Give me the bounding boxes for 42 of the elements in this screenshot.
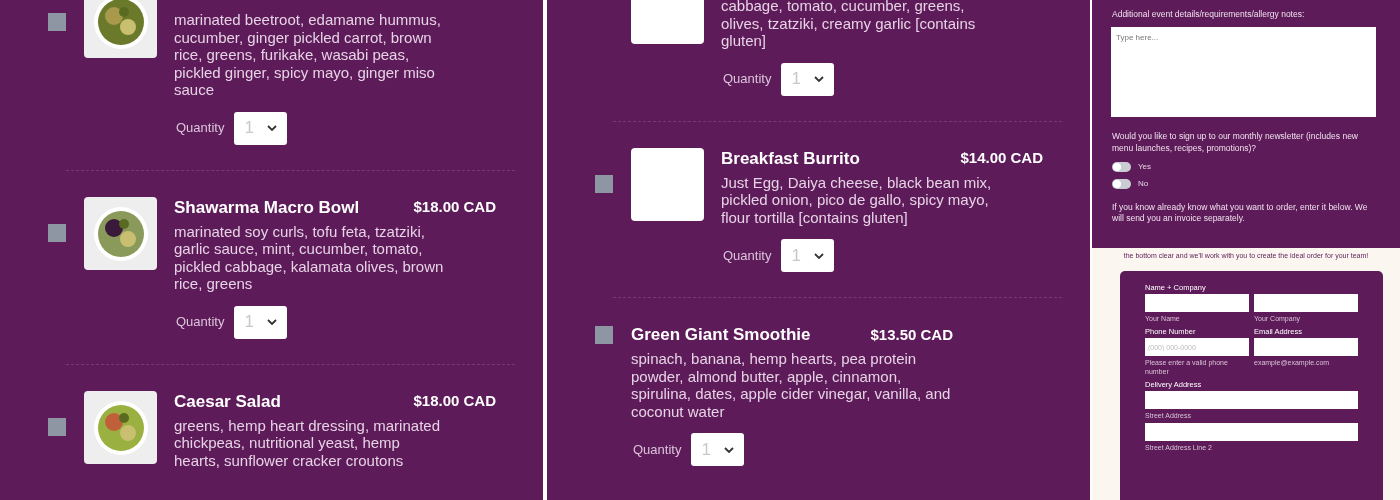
text-input[interactable] <box>1254 294 1358 312</box>
quantity-label: Quantity <box>633 440 682 459</box>
chevron-down-icon <box>724 446 735 453</box>
item-description: marinated beetroot, edamame hummus, cucumber, ginger pickled carrot, brown rice, greens, furikake, wasabi peas, pickled ginger, spicy mayo, ginger miso sauce <box>174 11 442 99</box>
chevron-down-icon <box>814 76 825 82</box>
item-description: marinated soy curls, tofu feta, tzatziki, garlic sauce, mint, cucumber, tomato, pickled cabbage, kalamata olives, brown rice, greens <box>174 222 445 293</box>
item-name: Caesar Salad <box>174 390 281 413</box>
item-price: $14.00 CAD <box>960 148 1043 169</box>
text-input[interactable] <box>1145 294 1249 312</box>
order-note: If you know already know what you want to order, enter it below. We will send you an invoice separately. <box>1112 201 1369 224</box>
newsletter-question: Would you like to sign up to our monthly newsletter (includes new menu launches, recipes, promotions)? <box>1112 129 1359 154</box>
item-name: Breakfast Burrito <box>721 147 860 170</box>
quantity-label: Quantity <box>723 246 772 265</box>
toggle-switch[interactable] <box>1112 162 1131 173</box>
item-description: cabbage, tomato, cucumber, greens, olives, tzatziki, creamy garlic [contains gluten] <box>721 0 977 50</box>
quantity-label: Quantity <box>176 119 225 138</box>
quantity-label: Quantity <box>176 313 225 332</box>
item-price: $18.00 CAD <box>413 391 496 412</box>
item-name: Shawarma Macro Bowl <box>174 196 360 219</box>
notes-field[interactable]: Type here... <box>1111 26 1376 117</box>
toggle-switch[interactable] <box>1112 179 1131 190</box>
chevron-down-icon <box>267 125 278 131</box>
item-price: $13.50 CAD <box>870 324 953 345</box>
chevron-down-icon <box>814 252 825 259</box>
checkbox[interactable] <box>595 326 613 344</box>
item-name: Green Giant Smoothie <box>631 324 811 347</box>
item-description: greens, hemp heart dressing, marinated chickpeas, nutritional yeast, hemp hearts, sunflower cracker croutons <box>174 416 441 469</box>
option-label: No <box>1138 178 1149 191</box>
item-description: spinach, banana, hemp hearts, pea protein powder, almond butter, apple, cinnamon, spirulina, dates, apple cider vinegar, vanilla, and coconut water <box>631 350 952 420</box>
item-description: Just Egg, Daiya cheese, black bean mix, pickled onion, pico de gallo, spicy mayo, flour tortilla [contains gluten] <box>721 173 993 226</box>
text-input[interactable] <box>1145 423 1358 441</box>
text-input[interactable] <box>1145 391 1358 409</box>
chevron-down-icon <box>267 319 278 325</box>
quantity-label: Quantity <box>723 70 772 89</box>
notes-label: Additional event details/requirements/allergy notes: <box>1112 8 1306 21</box>
checkbox[interactable] <box>595 175 613 193</box>
checkbox[interactable] <box>48 224 66 242</box>
checkbox[interactable] <box>48 418 66 436</box>
item-price: $18.00 CAD <box>413 197 496 218</box>
text-input[interactable] <box>1254 338 1358 356</box>
option-label: Yes <box>1138 161 1152 174</box>
checkbox[interactable] <box>48 12 66 31</box>
